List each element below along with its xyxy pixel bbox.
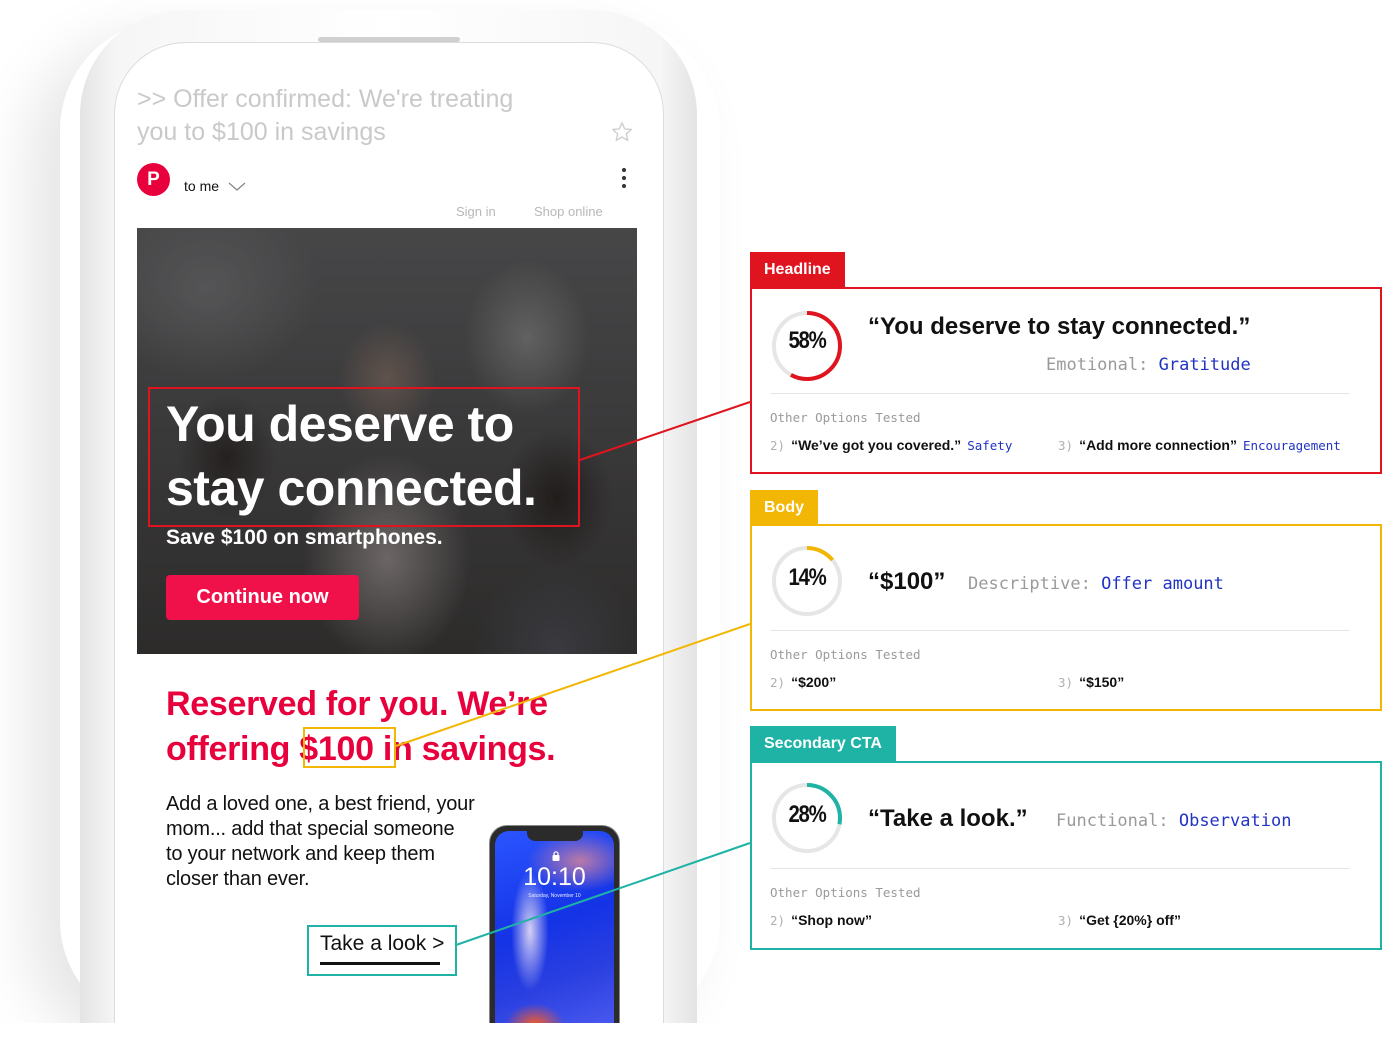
option-item: 3) “$150”	[1058, 674, 1124, 690]
headline-winner-text: “You deserve to stay connected.”	[868, 313, 1251, 340]
option-item: 2) “Shop now”	[770, 912, 872, 928]
option-item: 2) “We’ve got you covered.” Safety	[770, 437, 1012, 453]
option-tag: Safety	[967, 438, 1013, 453]
body-headline-after: in savings.	[373, 730, 556, 768]
option-text: “Get {20%} off”	[1079, 912, 1181, 928]
other-options-title: Other Options Tested	[770, 410, 921, 425]
option-number: 3)	[1058, 913, 1074, 928]
secondary-cta-category: Functional: Observation	[1056, 811, 1291, 831]
body-section-tab: Body	[750, 490, 818, 526]
option-number: 2)	[770, 438, 786, 453]
category-value: Offer amount	[1101, 574, 1224, 594]
option-item: 3) “Add more connection” Encouragement	[1058, 437, 1341, 453]
smartphone-product-image: 10:10 Saturday, November 10	[489, 825, 620, 1035]
card-divider	[770, 393, 1350, 394]
category-value: Observation	[1178, 811, 1292, 831]
option-number: 3)	[1058, 438, 1074, 453]
category-type: Functional:	[1056, 811, 1169, 831]
option-text: “We’ve got you covered.”	[791, 437, 962, 453]
option-number: 2)	[770, 913, 786, 928]
other-options-title: Other Options Tested	[770, 885, 921, 900]
body-paragraph: Add a loved one, a best friend, your mom…	[166, 793, 475, 890]
body-category: Descriptive: Offer amount	[968, 574, 1224, 594]
bottom-crop	[0, 1023, 760, 1052]
lockscreen-date: Saturday, November 10	[528, 893, 581, 899]
body-highlight-box	[303, 727, 396, 768]
category-value: Gratitude	[1158, 355, 1251, 375]
sender-avatar[interactable]: P	[137, 163, 170, 196]
option-text: “Shop now”	[791, 912, 872, 928]
option-item: 3) “Get {20%} off”	[1058, 912, 1181, 928]
body-result-card: 14% “$100” Descriptive: Offer amount Oth…	[750, 524, 1382, 711]
headline-result-card: 58% “You deserve to stay connected.” Emo…	[750, 287, 1382, 474]
lockscreen-time: 10:10	[523, 863, 586, 891]
body-winner-text: “$100”	[868, 568, 946, 595]
more-vertical-icon[interactable]	[620, 168, 628, 192]
continue-now-button[interactable]: Continue now	[166, 575, 359, 620]
headline-category: Emotional: Gratitude	[1046, 355, 1251, 375]
option-item: 2) “$200”	[770, 674, 836, 690]
headline-percent-label: 58%	[788, 327, 826, 354]
category-type: Descriptive:	[968, 574, 1091, 594]
hero-subheadline: Save $100 on smartphones.	[166, 526, 443, 549]
secondary-cta-section-tab: Secondary CTA	[750, 726, 896, 762]
option-number: 3)	[1058, 675, 1074, 690]
card-divider	[770, 868, 1350, 869]
secondary-cta-percent-label: 28%	[788, 801, 826, 828]
option-text: “$150”	[1079, 674, 1125, 690]
secondary-cta-winner-text: “Take a look.”	[868, 805, 1028, 832]
chevron-down-icon[interactable]	[228, 182, 246, 192]
email-subject: >> Offer confirmed: We're treating you t…	[137, 85, 514, 146]
option-text: “$200”	[791, 674, 837, 690]
shop-online-link[interactable]: Shop online	[534, 204, 603, 219]
headline-section-tab: Headline	[750, 252, 845, 288]
card-divider	[770, 630, 1350, 631]
lock-icon	[552, 851, 560, 861]
smartphone-notch	[527, 831, 583, 841]
other-options-title: Other Options Tested	[770, 647, 921, 662]
headline-highlight-box	[148, 387, 580, 527]
body-percent-label: 14%	[788, 564, 826, 591]
option-tag: Encouragement	[1242, 438, 1341, 453]
secondary-cta-result-card: 28% “Take a look.” Functional: Observati…	[750, 761, 1382, 950]
option-text: “Add more connection”	[1079, 437, 1237, 453]
star-outline-icon[interactable]	[610, 120, 634, 144]
secondary-cta-highlight-box	[307, 925, 457, 976]
option-number: 2)	[770, 675, 786, 690]
smartphone-screen: 10:10 Saturday, November 10	[495, 831, 614, 1034]
recipient-label[interactable]: to me	[184, 178, 219, 194]
category-type: Emotional:	[1046, 355, 1149, 375]
sign-in-link[interactable]: Sign in	[456, 204, 496, 219]
